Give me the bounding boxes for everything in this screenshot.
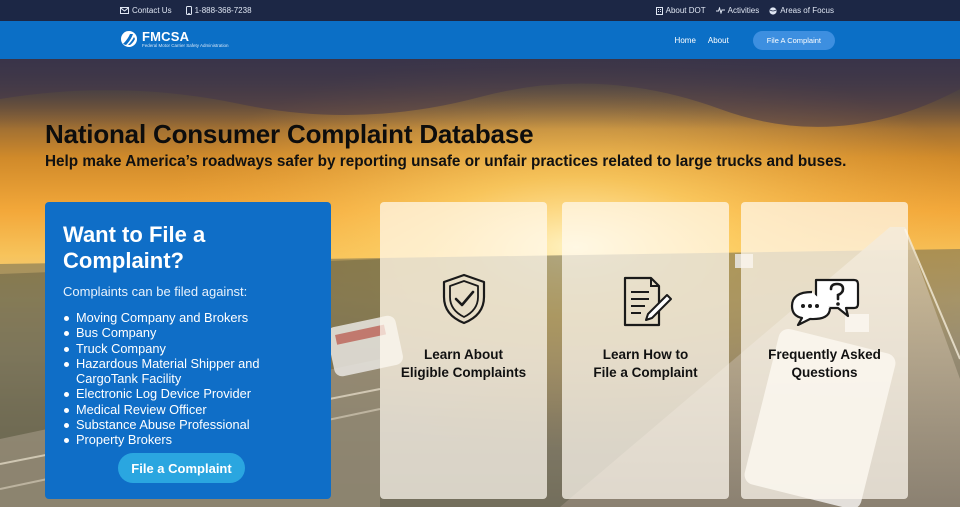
list-item: Medical Review Officer [63,402,313,417]
card-label-line1: Learn About [424,347,503,362]
card-label-line2: File a Complaint [593,365,698,380]
question-bubbles-icon [790,278,859,326]
areas-of-focus-link[interactable]: Areas of Focus [769,6,834,15]
card-eligible-complaints[interactable]: Learn About Eligible Complaints [380,202,547,499]
contact-us-link[interactable]: Contact Us [120,6,172,15]
card-faq[interactable]: Frequently Asked Questions [741,202,908,499]
nav-about-link[interactable]: About [708,36,729,45]
page-title: National Consumer Complaint Database [45,119,534,149]
card-label-line1: Learn How to [602,347,689,362]
logo-subtitle: Federal Motor Carrier Safety Administrat… [142,43,229,48]
main-navbar: FMCSA Federal Motor Carrier Safety Admin… [0,21,960,59]
file-complaint-button[interactable]: File a Complaint [118,453,245,483]
file-complaint-panel: Want to File a Complaint? Complaints can… [45,202,331,499]
activities-link[interactable]: Activities [715,6,760,15]
logo-name: FMCSA [142,29,190,44]
card-how-to-file[interactable]: Learn How to File a Complaint [562,202,729,499]
panel-heading: Want to File a Complaint? [63,222,206,273]
hero-section: National Consumer Complaint Database Hel… [0,59,960,507]
nav-file-complaint-button[interactable]: File A Complaint [752,30,835,50]
globe-icon [769,6,777,15]
list-item: Truck Company [63,341,313,356]
phone-number: 1-888-368-7238 [194,6,252,15]
list-item: Moving Company and Brokers [63,310,313,325]
complaint-targets-list: Moving Company and Brokers Bus Company T… [63,310,313,448]
areas-of-focus-label: Areas of Focus [780,6,834,15]
utility-bar: Contact Us 1-888-368-7238 About DOT Acti… [0,0,960,21]
card-label-line2: Questions [791,365,858,380]
nav-home-link[interactable]: Home [675,36,696,45]
phone-icon [185,6,192,15]
panel-intro: Complaints can be filed against: [63,284,248,299]
document-pen-icon [623,276,672,327]
about-dot-label: About DOT [665,6,706,15]
fmcsa-logo[interactable]: FMCSA Federal Motor Carrier Safety Admin… [121,30,229,49]
list-item: Electronic Log Device Provider [63,386,313,401]
shield-check-icon [442,273,485,325]
about-dot-link[interactable]: About DOT [655,6,706,15]
list-item: Substance Abuse Professional [63,417,313,432]
activities-label: Activities [727,6,760,15]
contact-us-label: Contact Us [132,6,172,15]
building-icon [655,6,663,15]
fmcsa-road-icon [121,31,137,48]
card-label-line1: Frequently Asked [768,347,881,362]
card-label-line2: Eligible Complaints [400,365,527,380]
activity-pulse-icon [715,7,725,14]
phone-link[interactable]: 1-888-368-7238 [185,6,252,15]
hero-tagline: Help make America’s roadways safer by re… [45,153,847,170]
envelope-icon [120,7,129,14]
list-item: Property Brokers [63,432,313,447]
list-item: Hazardous Material Shipper and CargoTank… [63,356,313,387]
list-item: Bus Company [63,325,313,340]
